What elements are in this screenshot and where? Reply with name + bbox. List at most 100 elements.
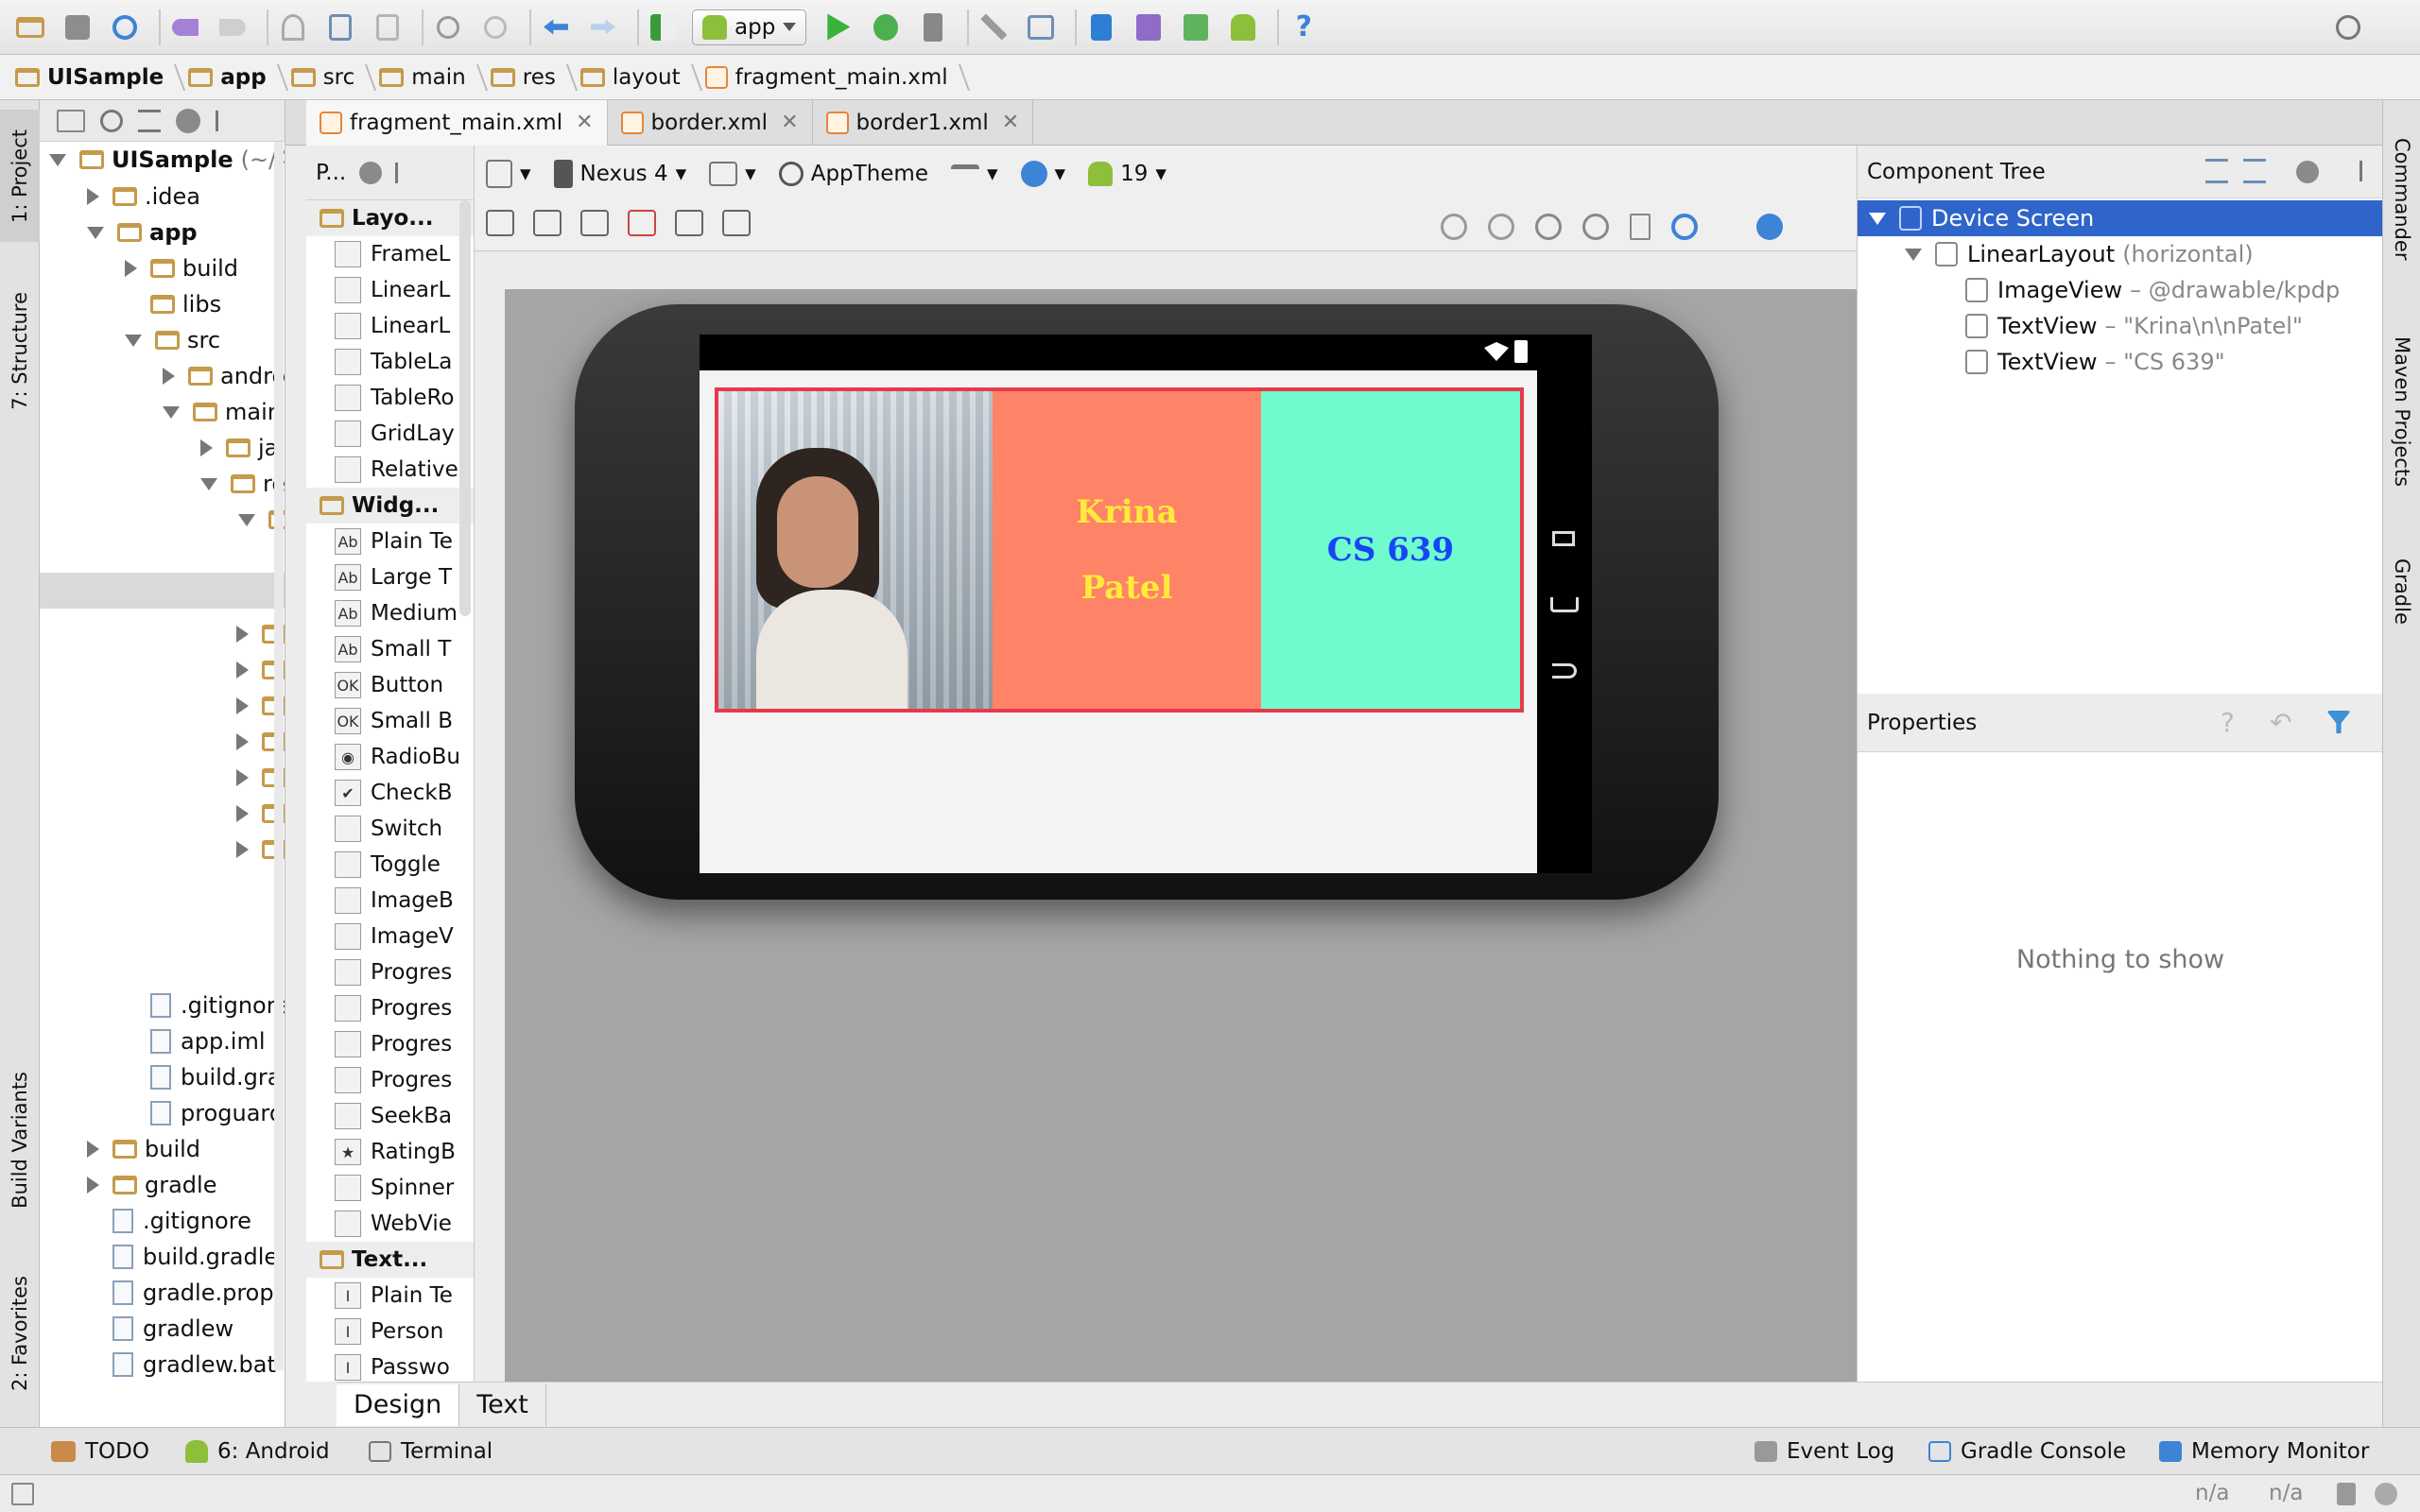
text-view-name-preview[interactable]: Krina Patel xyxy=(993,391,1261,709)
hide-panel-icon[interactable] xyxy=(216,110,236,131)
run-configuration-select[interactable]: app xyxy=(692,9,807,45)
hide-panel-icon[interactable] xyxy=(2343,161,2362,181)
tab-build-variants[interactable]: Build Variants xyxy=(0,1045,40,1234)
palette-item[interactable]: ★ RatingB xyxy=(306,1134,474,1170)
android-monitor-icon[interactable] xyxy=(1224,9,1262,46)
tool-memory-monitor[interactable]: Memory Monitor xyxy=(2159,1428,2369,1475)
tree-item[interactable]: gradle xyxy=(40,1167,285,1203)
refresh-icon[interactable] xyxy=(1671,214,1698,240)
palette-item[interactable]: TableLa xyxy=(306,344,474,380)
palette-item[interactable]: OK Small B xyxy=(306,703,474,739)
palette-item[interactable]: LinearL xyxy=(306,308,474,344)
gear-icon[interactable] xyxy=(2296,161,2319,183)
attach-debugger-icon[interactable] xyxy=(914,9,952,46)
layout-vertical-icon[interactable] xyxy=(533,210,562,236)
forward-icon[interactable] xyxy=(584,9,622,46)
make-icon[interactable] xyxy=(645,9,683,46)
chevron-down-icon[interactable] xyxy=(125,334,142,347)
chevron-right-icon[interactable] xyxy=(236,733,249,750)
locate-icon[interactable] xyxy=(100,109,123,132)
breadcrumb-item[interactable]: UISample xyxy=(15,55,181,100)
run-icon[interactable] xyxy=(820,9,857,46)
tree-item[interactable]: UISample(~/A xyxy=(40,142,285,178)
palette-category[interactable]: Widg... xyxy=(306,488,474,524)
clear-weights-icon[interactable] xyxy=(628,210,656,236)
palette-item[interactable]: ◉ RadioBu xyxy=(306,739,474,775)
palette-item[interactable]: Progres xyxy=(306,990,474,1026)
tree-item[interactable] xyxy=(40,760,285,796)
chevron-right-icon[interactable] xyxy=(87,188,99,205)
tool-android[interactable]: 6: Android xyxy=(185,1428,330,1475)
chevron-right-icon[interactable] xyxy=(236,841,249,858)
tab-fragment-main[interactable]: fragment_main.xml ✕ xyxy=(306,99,608,146)
tab-project[interactable]: 1: Project xyxy=(0,110,40,242)
tree-item[interactable]: gradle.prop xyxy=(40,1275,285,1311)
tab-gradle[interactable]: Gradle xyxy=(2383,535,2420,648)
tree-item[interactable]: build.gradle xyxy=(40,1239,285,1275)
breadcrumb-item[interactable]: main xyxy=(379,55,482,100)
gear-icon[interactable] xyxy=(176,108,200,133)
palette-item[interactable]: I Plain Te xyxy=(306,1278,474,1314)
screenshot-icon[interactable] xyxy=(1630,214,1651,240)
breadcrumb-item[interactable]: layout xyxy=(579,55,698,100)
tree-item[interactable]: .gitignore xyxy=(40,1203,285,1239)
chevron-right-icon[interactable] xyxy=(236,769,249,786)
tree-item[interactable]: app.iml xyxy=(40,1023,285,1059)
palette-item[interactable]: Progres xyxy=(306,1062,474,1098)
find-icon[interactable] xyxy=(429,9,467,46)
debug-icon[interactable] xyxy=(867,9,905,46)
collapse-all-icon[interactable] xyxy=(138,109,161,132)
chevron-right-icon[interactable] xyxy=(163,368,175,385)
layout-width-icon[interactable] xyxy=(580,210,609,236)
tab-structure[interactable]: 7: Structure xyxy=(0,280,40,421)
redo-icon[interactable] xyxy=(214,9,251,46)
palette-item[interactable]: Ab Large T xyxy=(306,559,474,595)
undo-icon[interactable] xyxy=(166,9,204,46)
image-view-preview[interactable] xyxy=(718,391,993,709)
tab-text[interactable]: Text xyxy=(459,1383,546,1426)
tab-commander[interactable]: Commander xyxy=(2383,110,2420,289)
collapse-all-icon[interactable] xyxy=(2243,159,2266,183)
tool-todo[interactable]: TODO xyxy=(51,1428,149,1475)
restore-icon[interactable]: ↶ xyxy=(2270,707,2291,738)
tree-item[interactable]: src xyxy=(40,322,285,358)
chevron-right-icon[interactable] xyxy=(236,626,249,643)
theme-select[interactable]: AppTheme xyxy=(778,162,928,186)
close-icon[interactable]: ✕ xyxy=(576,111,593,134)
chevron-down-icon[interactable] xyxy=(1905,248,1922,261)
component-tree-item[interactable]: ImageView – @drawable/kpdp xyxy=(1858,272,2382,308)
close-icon[interactable]: ✕ xyxy=(1002,111,1019,134)
orientation-select[interactable]: ▾ xyxy=(709,162,756,186)
tab-border[interactable]: border.xml ✕ xyxy=(608,99,813,146)
help-icon[interactable]: ? xyxy=(2221,707,2235,738)
view-mode-icon[interactable] xyxy=(57,109,85,132)
zoom-actual-icon[interactable] xyxy=(1488,214,1514,240)
palette-item[interactable]: TableRo xyxy=(306,380,474,416)
tree-item[interactable]: gradlew.bat xyxy=(40,1347,285,1383)
palette-item[interactable]: Toggle xyxy=(306,847,474,883)
open-folder-icon[interactable] xyxy=(11,9,49,46)
chevron-right-icon[interactable] xyxy=(87,1141,99,1158)
tree-item[interactable]: app xyxy=(40,215,285,250)
breadcrumb-item[interactable]: app xyxy=(188,55,283,100)
breadcrumb-item[interactable]: res xyxy=(490,55,573,100)
palette-item[interactable]: Ab Plain Te xyxy=(306,524,474,559)
tab-border1[interactable]: border1.xml ✕ xyxy=(813,99,1034,146)
tree-item[interactable]: main xyxy=(40,394,285,430)
palette-item[interactable]: GridLay xyxy=(306,416,474,452)
sync-icon[interactable] xyxy=(106,9,144,46)
tab-maven-projects[interactable]: Maven Projects xyxy=(2383,318,2420,507)
tree-item[interactable]: libs xyxy=(40,286,285,322)
gear-icon[interactable] xyxy=(359,161,383,184)
back-icon[interactable] xyxy=(537,9,575,46)
component-tree-item[interactable]: Device Screen xyxy=(1858,200,2382,236)
chevron-down-icon[interactable] xyxy=(163,405,180,419)
tree-item[interactable]: proguard xyxy=(40,1095,285,1131)
tree-item[interactable] xyxy=(40,688,285,724)
chevron-right-icon[interactable] xyxy=(200,439,213,456)
locale-select[interactable]: ▾ xyxy=(1020,161,1065,187)
tree-item[interactable]: build xyxy=(40,250,285,286)
fill-height-icon[interactable] xyxy=(722,210,751,236)
chevron-down-icon[interactable] xyxy=(1869,212,1886,225)
zoom-fit-icon[interactable] xyxy=(1441,214,1467,240)
